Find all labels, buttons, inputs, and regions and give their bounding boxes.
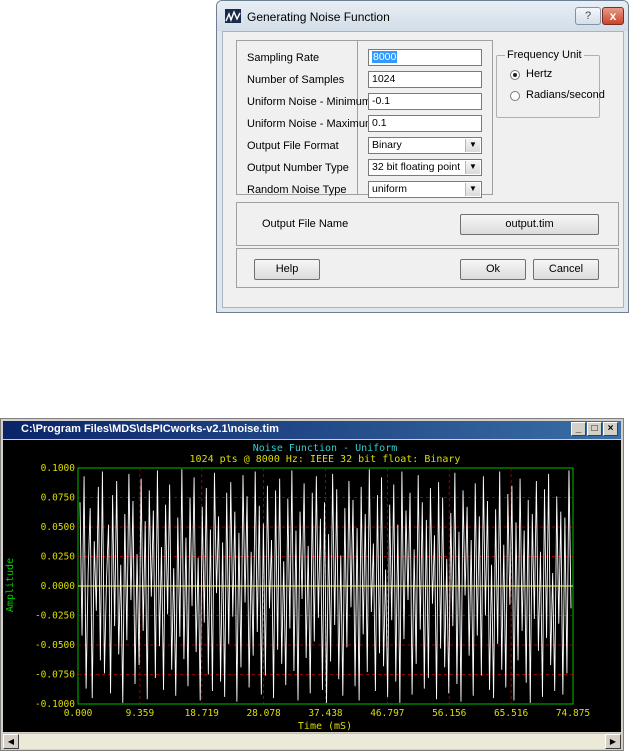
x-axis-label: Time (mS) bbox=[298, 721, 352, 732]
close-icon[interactable]: x bbox=[602, 7, 624, 25]
y-tick-label: -0.0250 bbox=[35, 611, 75, 622]
horizontal-scrollbar[interactable]: ◀ ▶ bbox=[3, 733, 621, 749]
maximize-button[interactable]: □ bbox=[587, 422, 602, 436]
help-icon[interactable]: ? bbox=[575, 7, 601, 25]
x-tick-label: 0.000 bbox=[64, 708, 93, 719]
x-tick-label: 28.078 bbox=[246, 708, 281, 719]
noise-maximum-input[interactable]: 0.1 bbox=[368, 115, 482, 132]
chevron-down-icon[interactable]: ▼ bbox=[465, 139, 480, 152]
noise-minimum-input[interactable]: -0.1 bbox=[368, 93, 482, 110]
noise-chart: Noise Function - Uniform 1024 pts @ 8000… bbox=[5, 443, 590, 732]
help-button[interactable]: Help bbox=[254, 259, 320, 280]
ok-button[interactable]: Ok bbox=[460, 259, 526, 280]
frequency-unit-group: Frequency Unit Hertz Radians/second bbox=[496, 49, 605, 118]
random-noise-type-label: Random Noise Type bbox=[247, 184, 347, 196]
radians-label[interactable]: Radians/second bbox=[526, 89, 605, 101]
x-tick-label: 46.797 bbox=[370, 708, 404, 719]
x-tick-label: 56.156 bbox=[432, 708, 467, 719]
random-noise-type-select[interactable]: uniform ▼ bbox=[368, 181, 482, 198]
output-file-format-value: Binary bbox=[372, 139, 402, 151]
scroll-left-icon[interactable]: ◀ bbox=[3, 734, 19, 749]
scroll-right-icon[interactable]: ▶ bbox=[605, 734, 621, 749]
output-file-button[interactable]: output.tim bbox=[460, 214, 599, 235]
x-tick-label: 74.875 bbox=[556, 708, 590, 719]
hertz-label[interactable]: Hertz bbox=[526, 68, 552, 80]
app-icon bbox=[225, 9, 241, 23]
plot-window-title: C:\Program Files\MDS\dsPICworks-v2.1\noi… bbox=[21, 423, 279, 435]
x-tick-label: 65.516 bbox=[494, 708, 529, 719]
y-tick-label: 0.1000 bbox=[41, 463, 76, 474]
output-file-format-label: Output File Format bbox=[247, 140, 339, 152]
plot-area[interactable]: Noise Function - Uniform 1024 pts @ 8000… bbox=[3, 440, 621, 732]
x-tick-label: 18.719 bbox=[185, 708, 220, 719]
output-file-format-select[interactable]: Binary ▼ bbox=[368, 137, 482, 154]
random-noise-type-value: uniform bbox=[372, 183, 408, 195]
noise-minimum-label: Uniform Noise - Minimum bbox=[247, 96, 372, 108]
y-tick-label: 0.0750 bbox=[41, 493, 76, 504]
y-axis-label: Amplitude bbox=[5, 558, 16, 612]
noise-dialog: Generating Noise Function ? x Sampling R… bbox=[216, 0, 629, 313]
y-tick-label: 0.0000 bbox=[41, 581, 76, 592]
chart-title: Noise Function - Uniform bbox=[253, 443, 398, 454]
output-file-name-label: Output File Name bbox=[262, 218, 349, 230]
close-button[interactable]: × bbox=[603, 422, 618, 436]
y-tick-label: -0.0500 bbox=[35, 640, 75, 651]
dialog-title-bar[interactable]: Generating Noise Function ? x bbox=[217, 1, 628, 31]
x-tick-label: 9.359 bbox=[126, 708, 155, 719]
radians-radio[interactable] bbox=[510, 91, 520, 101]
parameters-panel: Sampling Rate 8000 Number of Samples 102… bbox=[236, 40, 493, 198]
button-panel: Help Ok Cancel bbox=[236, 248, 619, 288]
sampling-rate-input[interactable]: 8000 bbox=[368, 49, 482, 66]
sampling-rate-label: Sampling Rate bbox=[247, 52, 320, 64]
output-number-type-select[interactable]: 32 bit floating point ▼ bbox=[368, 159, 482, 176]
output-file-panel: Output File Name output.tim bbox=[236, 202, 619, 246]
output-number-type-value: 32 bit floating point bbox=[372, 161, 461, 173]
noise-maximum-label: Uniform Noise - Maximum bbox=[247, 118, 375, 130]
x-tick-label: 37.438 bbox=[308, 708, 343, 719]
frequency-unit-legend: Frequency Unit bbox=[505, 49, 584, 61]
y-tick-label: 0.0250 bbox=[41, 552, 76, 563]
chart-subtitle: 1024 pts @ 8000 Hz: IEEE 32 bit float: B… bbox=[190, 454, 461, 465]
y-tick-label: -0.0750 bbox=[35, 670, 75, 681]
output-number-type-label: Output Number Type bbox=[247, 162, 349, 174]
hertz-radio[interactable] bbox=[510, 70, 520, 80]
cancel-button[interactable]: Cancel bbox=[533, 259, 599, 280]
chevron-down-icon[interactable]: ▼ bbox=[465, 183, 480, 196]
number-of-samples-input[interactable]: 1024 bbox=[368, 71, 482, 88]
number-of-samples-label: Number of Samples bbox=[247, 74, 345, 86]
plot-window: C:\Program Files\MDS\dsPICworks-v2.1\noi… bbox=[0, 418, 624, 751]
y-tick-label: 0.0500 bbox=[41, 522, 76, 533]
dialog-title: Generating Noise Function bbox=[247, 10, 390, 24]
minimize-button[interactable]: _ bbox=[571, 422, 586, 436]
plot-title-bar[interactable]: C:\Program Files\MDS\dsPICworks-v2.1\noi… bbox=[3, 421, 621, 439]
dialog-body: Sampling Rate 8000 Number of Samples 102… bbox=[222, 31, 624, 308]
chevron-down-icon[interactable]: ▼ bbox=[465, 161, 480, 174]
